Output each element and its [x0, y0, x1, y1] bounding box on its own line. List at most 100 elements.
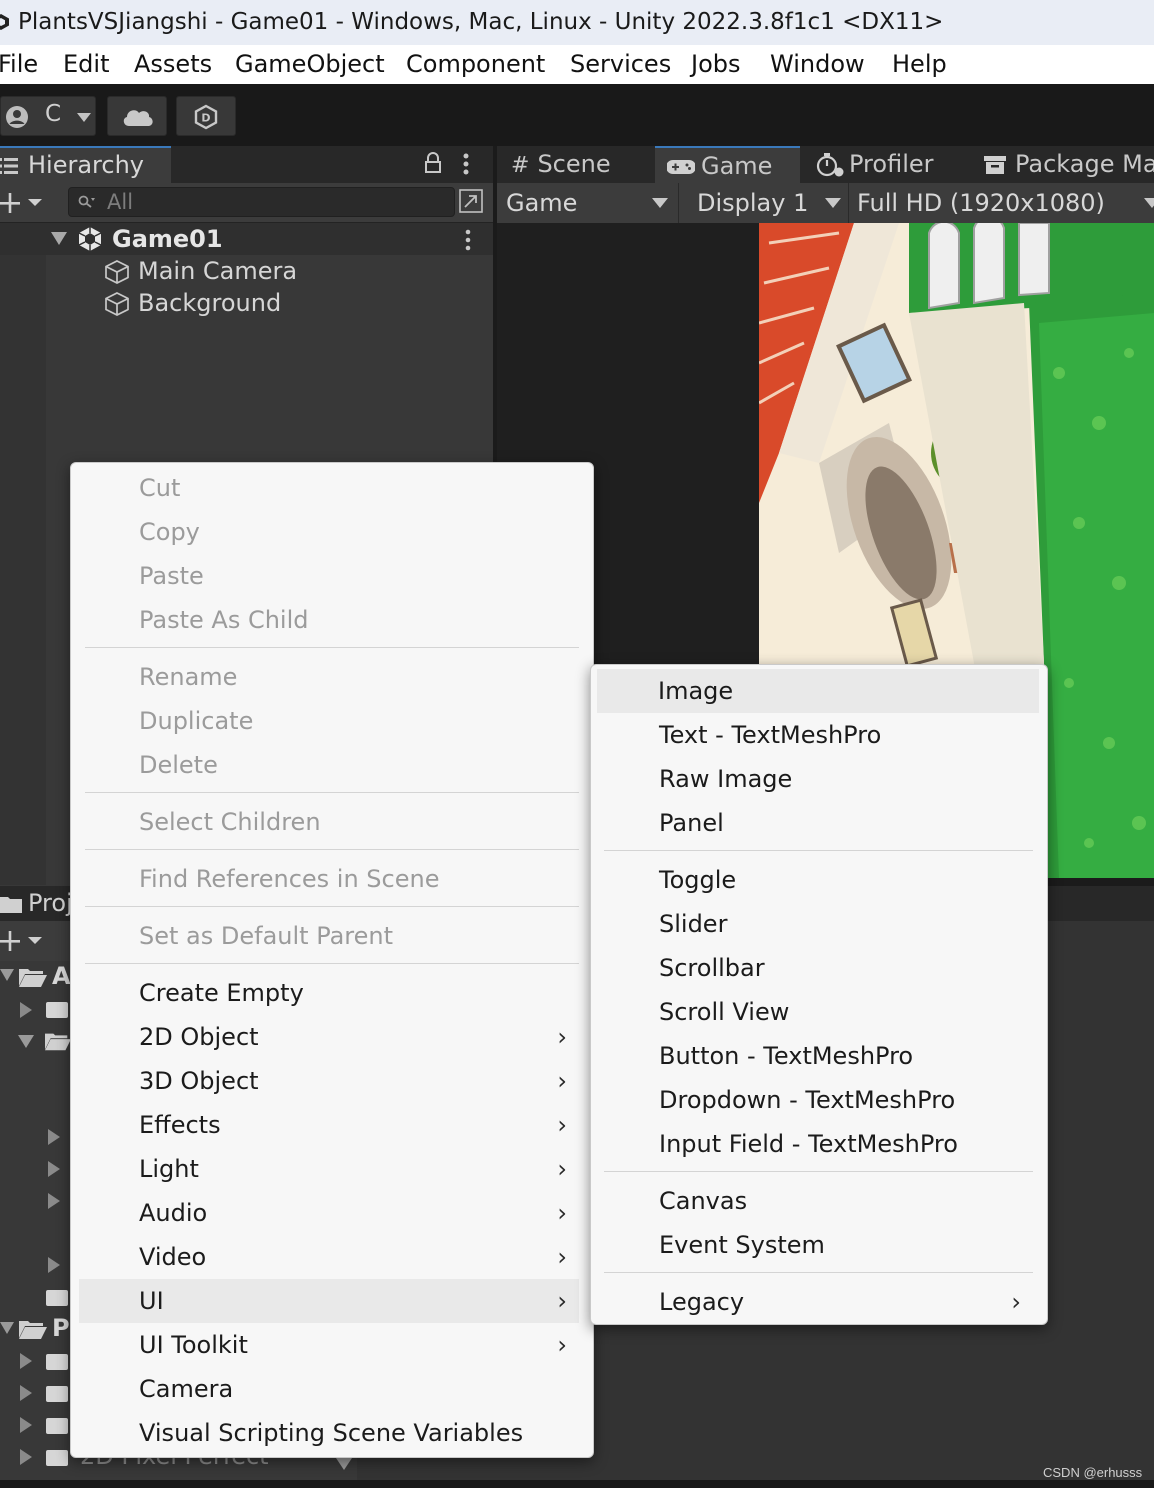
menu-services[interactable]: Services — [570, 45, 671, 84]
tab-hierarchy[interactable]: Hierarchy — [0, 146, 171, 183]
scene-kebab-icon[interactable] — [464, 229, 472, 251]
submenu-item-dropdown-textmeshpro[interactable]: Dropdown - TextMeshPro — [591, 1078, 1047, 1122]
hierarchy-item-label: Background — [138, 289, 282, 317]
display-dropdown[interactable]: Display 1 — [678, 183, 845, 223]
tab-scene[interactable]: # Scene — [511, 146, 611, 183]
chevron-down-icon[interactable] — [0, 1322, 14, 1334]
submenu-item-raw-image[interactable]: Raw Image — [591, 757, 1047, 801]
hash-icon: # — [511, 153, 530, 178]
hierarchy-item-main-camera[interactable]: Main Camera — [104, 255, 297, 287]
menu-item-label: Audio — [139, 1199, 208, 1227]
submenu-item-canvas[interactable]: Canvas — [591, 1179, 1047, 1223]
menu-item-paste-as-child[interactable]: Paste As Child — [71, 598, 593, 642]
submenu-item-image[interactable]: Image — [597, 669, 1039, 713]
chevron-right-icon[interactable] — [48, 1129, 60, 1145]
add-dropdown-icon[interactable] — [0, 192, 46, 214]
chevron-down-icon[interactable] — [51, 232, 67, 246]
unity-logo-icon — [0, 14, 9, 30]
submenu-item-legacy[interactable]: Legacy › — [591, 1280, 1047, 1324]
resolution-dropdown[interactable]: Full HD (1920x1080) — [848, 183, 1154, 223]
open-folder-icon — [19, 1321, 47, 1339]
menu-item-paste[interactable]: Paste — [71, 554, 593, 598]
menu-item-delete[interactable]: Delete — [71, 743, 593, 787]
menu-help[interactable]: Help — [892, 45, 947, 84]
menu-item-camera[interactable]: Camera — [71, 1367, 593, 1411]
chevron-right-icon[interactable] — [20, 1385, 32, 1401]
scene-row[interactable]: Game01 — [0, 223, 493, 255]
hierarchy-context-menu: Cut Copy Paste Paste As Child Rename Dup… — [70, 462, 594, 1458]
menu-gameobject[interactable]: GameObject — [235, 45, 385, 84]
tab-game[interactable]: Game — [655, 146, 800, 183]
chevron-right-icon[interactable] — [20, 1449, 32, 1465]
folder-icon — [46, 1386, 68, 1402]
view-mode-label: Game — [506, 189, 578, 217]
submenu-item-scroll-view[interactable]: Scroll View — [591, 990, 1047, 1034]
project-tree-packages[interactable]: P — [52, 1314, 70, 1342]
add-dropdown-icon[interactable] — [0, 930, 46, 952]
hierarchy-search-input[interactable]: All — [68, 187, 455, 217]
menu-edit[interactable]: Edit — [63, 45, 109, 84]
folder-icon — [46, 1290, 68, 1306]
menu-item-ui-toolkit[interactable]: UI Toolkit › — [71, 1323, 593, 1367]
cloud-button[interactable] — [107, 96, 167, 136]
tab-package-manager[interactable]: Package Ma — [983, 146, 1154, 183]
folder-icon — [46, 1450, 68, 1466]
chevron-right-icon[interactable] — [20, 1353, 32, 1369]
menu-component[interactable]: Component — [406, 45, 545, 84]
gameobject-cube-icon — [105, 260, 129, 284]
submenu-item-panel[interactable]: Panel — [591, 801, 1047, 845]
menu-assets[interactable]: Assets — [134, 45, 212, 84]
menu-item-create-empty[interactable]: Create Empty — [71, 971, 593, 1015]
open-folder-icon — [45, 1033, 71, 1051]
view-mode-dropdown[interactable]: Game — [497, 183, 675, 223]
chevron-down-icon[interactable] — [336, 1458, 352, 1470]
chevron-right-icon[interactable] — [20, 1002, 32, 1018]
chevron-right-icon: › — [557, 1155, 567, 1183]
submenu-item-input-field-textmeshpro[interactable]: Input Field - TextMeshPro — [591, 1122, 1047, 1166]
menu-file[interactable]: File — [0, 45, 38, 84]
menu-window[interactable]: Window — [770, 45, 865, 84]
tab-project[interactable]: Proj — [28, 886, 73, 921]
submenu-item-scrollbar[interactable]: Scrollbar — [591, 946, 1047, 990]
account-dropdown[interactable]: C — [0, 96, 96, 136]
chevron-down-icon[interactable] — [18, 1035, 34, 1048]
submenu-item-button-textmeshpro[interactable]: Button - TextMeshPro — [591, 1034, 1047, 1078]
menu-item-label: Event System — [659, 1231, 825, 1259]
hierarchy-item-background[interactable]: Background — [104, 287, 281, 319]
submenu-item-event-system[interactable]: Event System — [591, 1223, 1047, 1267]
menu-item-3d-object[interactable]: 3D Object › — [71, 1059, 593, 1103]
chevron-right-icon[interactable] — [48, 1193, 60, 1209]
tab-profiler[interactable]: Profiler — [815, 146, 934, 183]
submenu-item-text-textmeshpro[interactable]: Text - TextMeshPro — [591, 713, 1047, 757]
chevron-down-icon — [825, 198, 841, 208]
menu-item-rename[interactable]: Rename — [71, 655, 593, 699]
menu-item-visual-scripting-scene-variables[interactable]: Visual Scripting Scene Variables — [71, 1411, 593, 1455]
tab-profiler-label: Profiler — [849, 150, 934, 178]
collab-button[interactable]: D — [176, 96, 236, 136]
menu-item-2d-object[interactable]: 2D Object › — [71, 1015, 593, 1059]
menu-jobs[interactable]: Jobs — [691, 45, 741, 84]
chevron-right-icon[interactable] — [20, 1417, 32, 1433]
lock-icon[interactable] — [424, 152, 442, 174]
menu-item-find-references[interactable]: Find References in Scene — [71, 857, 593, 901]
menu-item-effects[interactable]: Effects › — [71, 1103, 593, 1147]
chevron-right-icon[interactable] — [48, 1161, 60, 1177]
project-tree-assets[interactable]: A — [52, 962, 71, 990]
menu-item-select-children[interactable]: Select Children — [71, 800, 593, 844]
menu-item-audio[interactable]: Audio › — [71, 1191, 593, 1235]
menu-item-set-default-parent[interactable]: Set as Default Parent — [71, 914, 593, 958]
chevron-down-icon[interactable] — [0, 969, 14, 981]
submenu-item-toggle[interactable]: Toggle — [591, 858, 1047, 902]
menu-item-copy[interactable]: Copy — [71, 510, 593, 554]
chevron-right-icon[interactable] — [48, 1257, 60, 1273]
scene-search-icon[interactable] — [459, 189, 483, 213]
menu-item-video[interactable]: Video › — [71, 1235, 593, 1279]
menu-item-cut[interactable]: Cut — [71, 466, 593, 510]
kebab-menu-icon[interactable] — [462, 152, 470, 176]
menu-item-ui[interactable]: UI › — [79, 1279, 579, 1323]
menu-item-label: Paste As Child — [139, 606, 309, 634]
menu-item-duplicate[interactable]: Duplicate — [71, 699, 593, 743]
package-icon — [984, 156, 1006, 174]
menu-item-light[interactable]: Light › — [71, 1147, 593, 1191]
submenu-item-slider[interactable]: Slider — [591, 902, 1047, 946]
